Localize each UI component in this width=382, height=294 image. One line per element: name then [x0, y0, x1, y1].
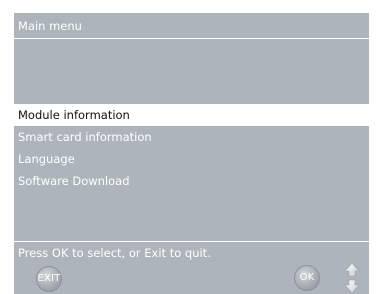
title-bar: Main menu [14, 13, 369, 39]
ok-button[interactable]: OK [294, 265, 320, 291]
menu-item-software-download[interactable]: Software Download [14, 170, 369, 192]
exit-button[interactable]: EXIT [36, 266, 62, 292]
menu-item-smart-card-information[interactable]: Smart card information [14, 126, 369, 148]
hint-bar: Press OK to select, or Exit to quit. [14, 241, 369, 262]
main-menu-list: Module information Smart card informatio… [14, 104, 369, 192]
page-title: Main menu [18, 19, 82, 33]
menu-screen: Main menu Module information Smart card … [14, 13, 369, 294]
menu-item-language[interactable]: Language [14, 148, 369, 170]
menu-item-module-information[interactable]: Module information [14, 104, 369, 126]
menu-item-label: Software Download [18, 174, 130, 188]
hint-text: Press OK to select, or Exit to quit. [18, 246, 211, 260]
menu-item-label: Module information [18, 108, 130, 122]
menu-item-label: Language [18, 152, 75, 166]
up-down-arrows-icon [344, 262, 360, 294]
menu-item-label: Smart card information [18, 130, 152, 144]
